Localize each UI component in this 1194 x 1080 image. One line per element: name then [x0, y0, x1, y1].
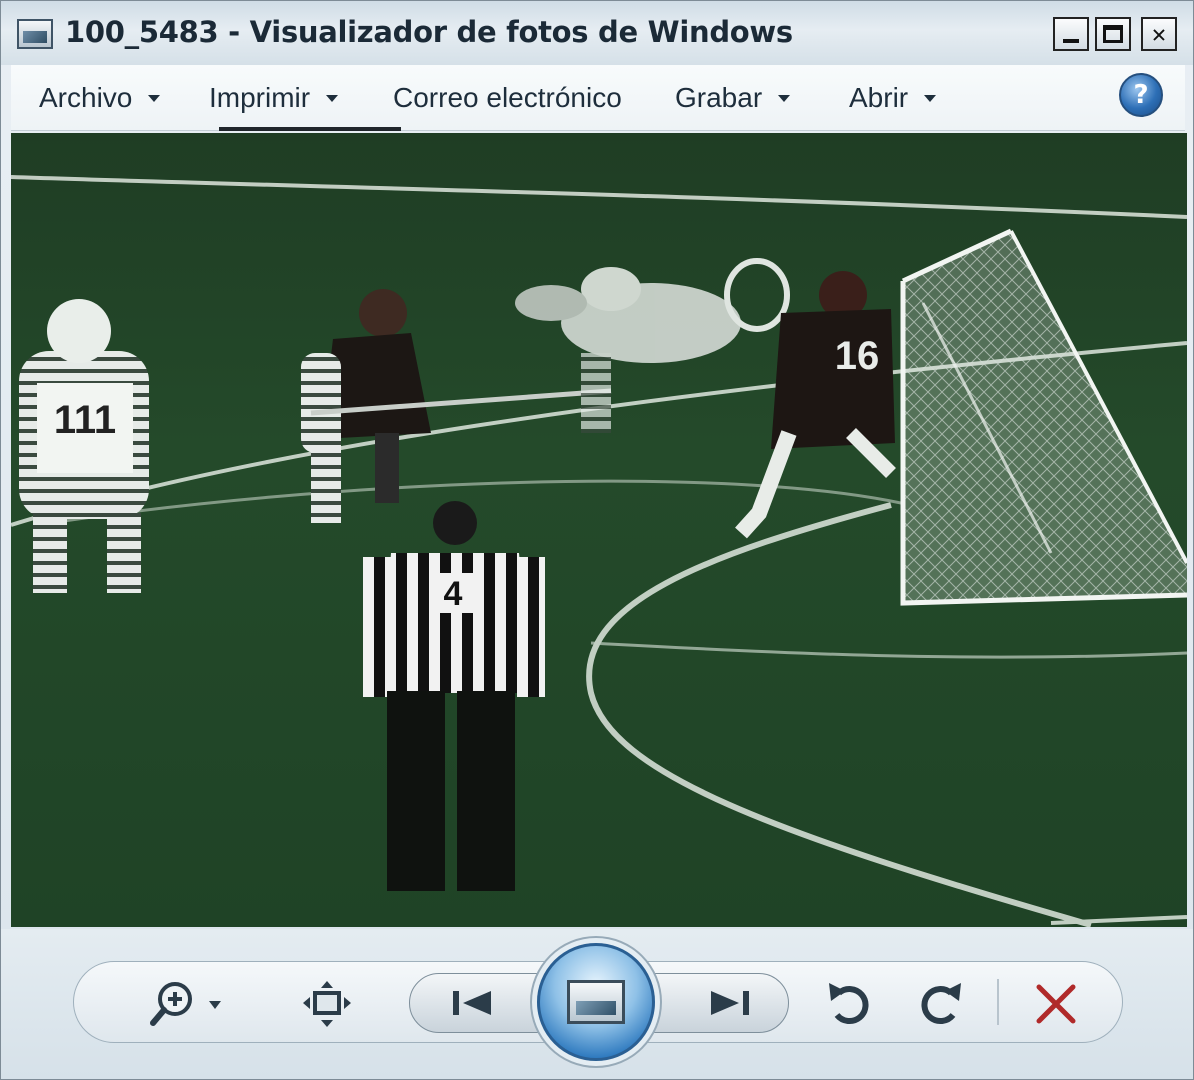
slideshow-icon: [567, 980, 625, 1024]
menu-abrir-label: Abrir: [849, 82, 909, 113]
goal-net: [900, 228, 1187, 606]
menu-hover-indicator: [219, 127, 401, 131]
menu-imprimir[interactable]: Imprimir: [209, 78, 339, 118]
rotate-counterclockwise-button[interactable]: [823, 977, 879, 1031]
maximize-button[interactable]: [1095, 17, 1131, 51]
menu-grabar[interactable]: Grabar: [675, 78, 791, 118]
chevron-down-icon: [326, 94, 339, 102]
minimize-button[interactable]: [1053, 17, 1089, 51]
menu-correo[interactable]: Correo electrónico: [393, 78, 622, 118]
chevron-down-icon: [924, 94, 937, 102]
lacrosse-photo: 111 16 4: [11, 175, 1187, 927]
menu-correo-label: Correo electrónico: [393, 82, 622, 113]
dark-player-16: 16: [724, 258, 896, 539]
fit-to-window-icon: [303, 981, 351, 1027]
title-bar[interactable]: 100_5483 - Visualizador de fotos de Wind…: [1, 1, 1193, 65]
menu-abrir[interactable]: Abrir: [849, 78, 937, 118]
help-glyph: ?: [1133, 80, 1149, 110]
menu-grabar-label: Grabar: [675, 82, 763, 113]
zoom-icon: [150, 982, 221, 1026]
minimize-icon: [1063, 39, 1079, 43]
chevron-down-icon: [148, 94, 161, 102]
next-button[interactable]: [691, 981, 761, 1025]
photo-viewer-window: 100_5483 - Visualizador de fotos de Wind…: [0, 0, 1194, 1080]
menu-imprimir-label: Imprimir: [209, 82, 311, 113]
rotate-clockwise-button[interactable]: [911, 977, 967, 1031]
delete-icon: [1036, 984, 1076, 1024]
menu-bar: Archivo Imprimir Correo electrónico Grab…: [11, 65, 1185, 131]
close-icon: ✕: [1151, 20, 1167, 48]
delete-button[interactable]: [1031, 979, 1081, 1029]
menu-archivo-label: Archivo: [39, 82, 133, 113]
previous-icon: [453, 991, 491, 1015]
white-player-blurred: [515, 267, 741, 433]
app-icon: [17, 19, 53, 49]
slideshow-button[interactable]: [537, 943, 655, 1061]
close-button[interactable]: ✕: [1141, 17, 1177, 51]
previous-button[interactable]: [441, 981, 511, 1025]
svg-text:111: 111: [54, 398, 116, 442]
chevron-down-icon: [778, 94, 791, 102]
referee-number: 4: [444, 575, 463, 613]
menu-archivo[interactable]: Archivo: [39, 78, 161, 118]
toolbar-divider: [997, 979, 999, 1025]
help-icon[interactable]: ?: [1119, 73, 1163, 117]
next-icon: [711, 991, 749, 1015]
goalie-number: 16: [835, 334, 880, 378]
rotate-counterclockwise-icon: [829, 983, 869, 1025]
rotate-clockwise-icon: [921, 983, 961, 1025]
maximize-icon: [1103, 25, 1123, 43]
window-title: 100_5483 - Visualizador de fotos de Wind…: [65, 15, 793, 49]
zoom-button[interactable]: [149, 979, 233, 1029]
photo-canvas[interactable]: 111 16 4: [11, 133, 1187, 927]
white-player-111: 111: [19, 299, 149, 593]
referee-4: 4: [363, 501, 545, 891]
fit-to-window-button[interactable]: [299, 979, 355, 1029]
